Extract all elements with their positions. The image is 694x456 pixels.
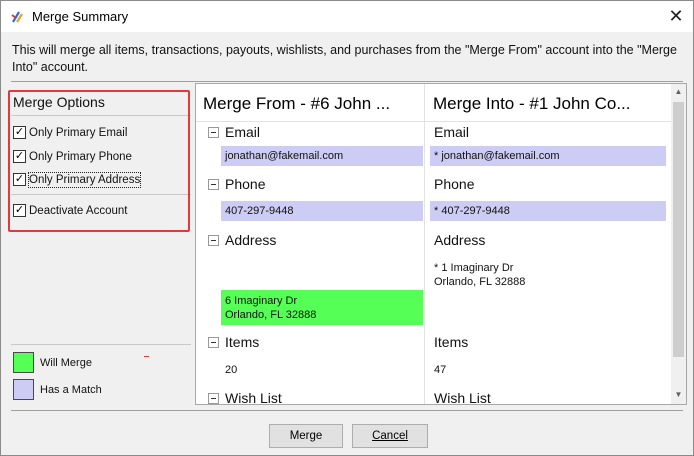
cancel-button[interactable]: Cancel [352,424,428,448]
collapse-phone-icon[interactable] [208,179,219,190]
from-address-value: 6 Imaginary Dr Orlando, FL 32888 [221,290,423,325]
close-icon: ✕ [668,6,684,26]
bottom-divider [11,410,683,411]
into-email-value: * jonathan@fakemail.com [430,146,666,166]
address-label-from: Address [225,232,277,248]
header-divider [196,121,671,122]
merge-comparison-grid[interactable]: Merge From - #6 John ... Merge Into - #1… [195,83,687,405]
from-address-line1: 6 Imaginary Dr [225,295,298,307]
legend-divider [11,344,191,345]
merge-into-header: Merge Into - #1 John Co... [433,94,631,113]
from-phone-value: 407-297-9448 [221,201,423,221]
window-title: Merge Summary [32,9,129,24]
email-label-from: Email [225,124,261,140]
wishlist-label-into: Wish List [434,390,491,405]
from-address-line2: Orlando, FL 32888 [225,309,317,321]
merge-description: This will merge all items, transactions,… [12,43,677,74]
email-label-into: Email [434,124,470,140]
scroll-up-icon[interactable]: ▲ [671,87,686,96]
top-divider [11,81,683,82]
items-label-into: Items [434,334,469,350]
column-divider [424,84,425,404]
legend-swatch-will-merge [13,352,34,373]
title-bar: Merge Summary ✕ [1,1,693,32]
legend-swatch-has-match [13,379,34,400]
app-logo-icon [11,11,23,23]
legend-label-will-merge: Will Merge [40,357,92,369]
collapse-address-icon[interactable] [208,235,219,246]
collapse-email-icon[interactable] [208,127,219,138]
into-address-line2: Orlando, FL 32888 [434,276,526,288]
into-items-value: 47 [434,364,447,376]
from-items-value: 20 [225,364,238,376]
address-label-into: Address [434,232,486,248]
into-address-value: * 1 Imaginary Dr Orlando, FL 32888 [430,261,666,289]
merge-from-header: Merge From - #6 John ... [203,94,391,113]
vertical-scrollbar[interactable]: ▲ ▼ [671,84,686,404]
highlight-box [8,90,190,232]
collapse-wishlist-icon[interactable] [208,393,219,404]
phone-label-into: Phone [434,176,475,192]
scroll-down-icon[interactable]: ▼ [671,390,686,399]
phone-label-from: Phone [225,176,266,192]
legend-label-has-match: Has a Match [40,384,102,396]
close-button[interactable]: ✕ [659,3,693,30]
merge-button[interactable]: Merge [269,424,343,448]
items-label-from: Items [225,334,260,350]
from-email-value: jonathan@fakemail.com [221,146,423,166]
wishlist-label-from: Wish List [225,390,282,405]
into-address-line1: * 1 Imaginary Dr [434,262,514,274]
collapse-items-icon[interactable] [208,337,219,348]
into-phone-value: * 407-297-9448 [430,201,666,221]
red-mark [144,356,149,357]
scrollbar-thumb[interactable] [673,102,684,357]
merge-summary-window: Merge Summary ✕ This will merge all item… [0,0,694,456]
